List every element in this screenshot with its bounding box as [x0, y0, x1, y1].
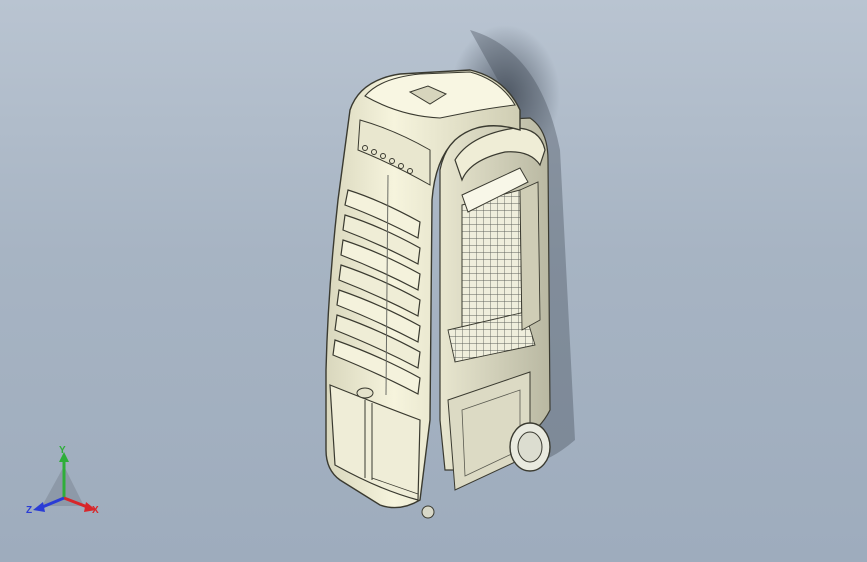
cooling-pad-grid — [447, 181, 541, 363]
y-axis-label: Y — [59, 445, 66, 456]
air-cooler-model[interactable] — [0, 0, 867, 562]
axis-triad: Y X Z — [22, 446, 106, 526]
z-axis-label: Z — [26, 505, 33, 516]
x-axis-label: X — [92, 505, 99, 516]
cad-viewport[interactable]: Y X Z — [0, 0, 867, 562]
